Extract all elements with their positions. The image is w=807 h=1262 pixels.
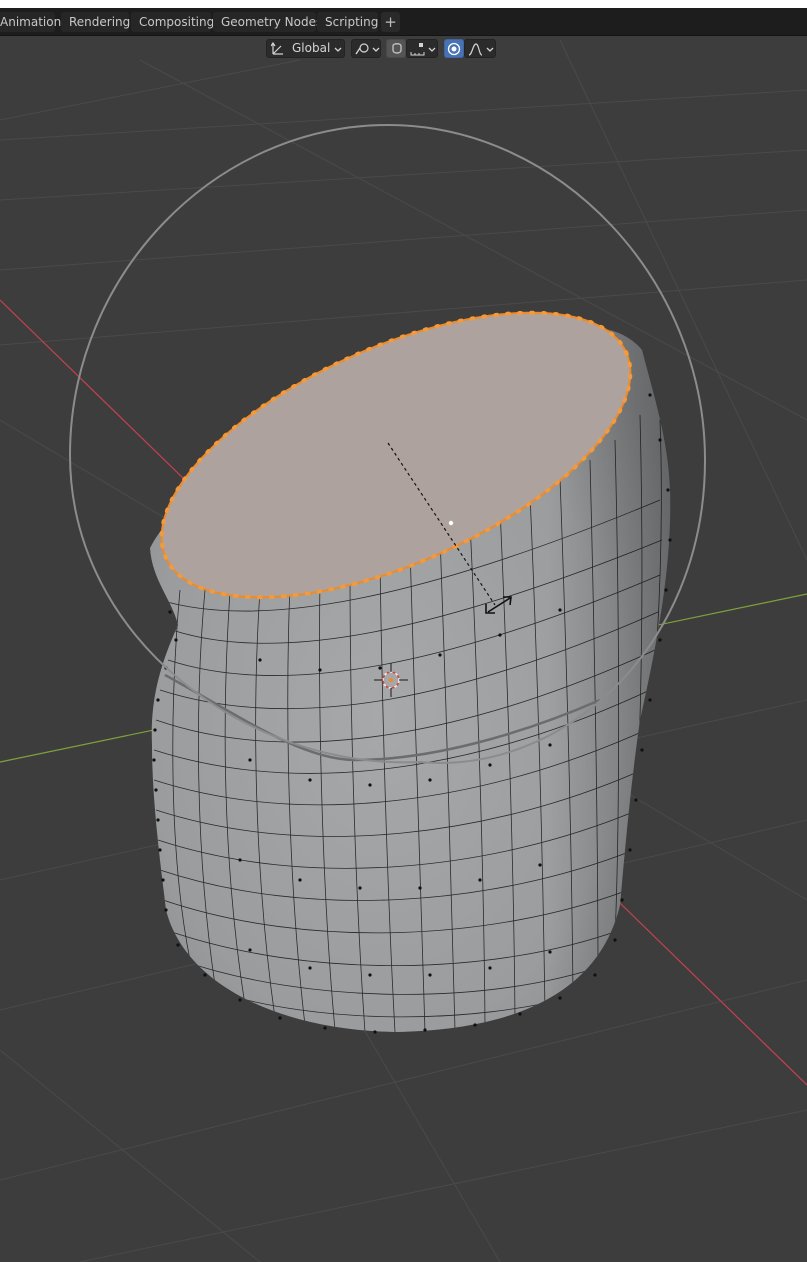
transform-orientation-icon <box>271 42 283 55</box>
snap-increment-icon <box>410 43 425 56</box>
3d-viewport[interactable]: Global <box>0 36 807 1262</box>
falloff-curve-icon <box>468 43 483 56</box>
proportional-falloff-dropdown[interactable] <box>464 39 496 58</box>
tab-geometry-nodes[interactable]: Geometry Nodes <box>213 12 322 32</box>
transform-pivot-dot <box>448 520 454 526</box>
tab-scripting[interactable]: Scripting <box>317 12 378 32</box>
pivot-point-dropdown[interactable] <box>351 39 381 58</box>
snap-toggle[interactable] <box>386 39 406 58</box>
tab-compositing[interactable]: Compositing <box>131 12 214 32</box>
workspace-tab-bar: Animation Rendering Compositing Geometry… <box>0 8 807 36</box>
pivot-point-icon <box>355 43 369 55</box>
snap-to-dropdown[interactable] <box>406 39 438 58</box>
chevron-down-icon <box>334 47 342 52</box>
viewport-scene[interactable] <box>0 36 807 1262</box>
orientation-label: Global <box>292 41 331 55</box>
chevron-down-icon <box>486 47 494 52</box>
chevron-down-icon <box>428 47 436 52</box>
tab-rendering[interactable]: Rendering <box>61 12 130 32</box>
chevron-down-icon <box>372 47 380 52</box>
proportional-editing-icon <box>447 42 461 56</box>
add-workspace-button[interactable]: + <box>381 12 400 32</box>
window-top-strip <box>0 0 807 8</box>
snap-magnet-icon <box>392 43 402 54</box>
tab-animation[interactable]: Animation <box>0 12 61 32</box>
viewport-header: Global <box>0 36 807 62</box>
transform-orientation-dropdown[interactable]: Global <box>266 39 345 58</box>
proportional-editing-toggle[interactable] <box>444 39 464 58</box>
